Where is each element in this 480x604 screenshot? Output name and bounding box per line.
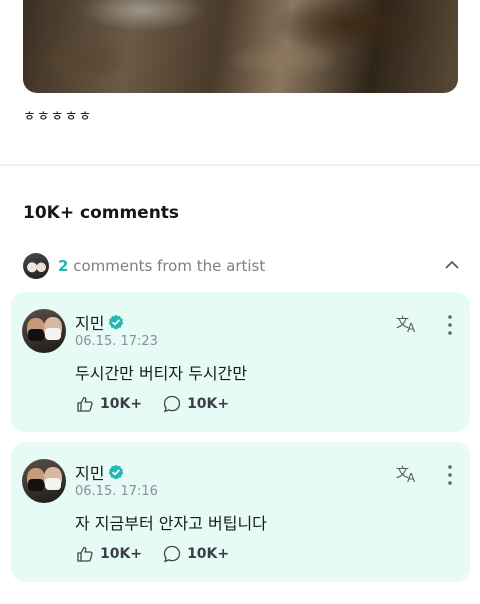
comment-author[interactable]: 지민 [75, 460, 104, 484]
like-count: 10K+ [100, 396, 143, 412]
comment-text: 두시간만 버티자 두시간만 [75, 364, 248, 383]
reply-button[interactable]: 10K+ [162, 544, 229, 564]
artist-comments-label: 2 comments from the artist [58, 257, 265, 275]
comment-author[interactable]: 지민 [75, 310, 104, 334]
like-icon [77, 396, 93, 412]
avatar[interactable] [22, 309, 66, 353]
section-divider [0, 164, 480, 166]
reply-count: 10K+ [187, 546, 230, 562]
chevron-up-icon[interactable] [445, 258, 459, 272]
verified-badge-icon [109, 464, 124, 480]
avatar[interactable] [22, 459, 66, 503]
comment-timestamp: 06.15. 17:23 [75, 334, 158, 349]
reply-bubble-icon [163, 545, 181, 563]
svg-text:A: A [407, 321, 416, 334]
artist-avatar [23, 253, 49, 279]
reply-count: 10K+ [187, 396, 230, 412]
like-count: 10K+ [100, 546, 143, 562]
post-image[interactable] [23, 0, 458, 93]
artist-comment-card: 지민 06.15. 17:23 두시간만 버티자 두시간만 文 A 10K+ 1… [11, 292, 470, 432]
reply-button[interactable]: 10K+ [162, 394, 229, 414]
translate-icon[interactable]: 文 A [396, 314, 420, 334]
translate-icon[interactable]: 文 A [396, 464, 420, 484]
comment-timestamp: 06.15. 17:16 [75, 484, 158, 499]
artist-comment-card: 지민 06.15. 17:16 자 지금부터 안자고 버팁니다 文 A 10K+… [11, 442, 470, 582]
more-vertical-icon[interactable] [444, 314, 456, 336]
artist-comments-count: 2 [58, 257, 69, 275]
post-caption: ㅎㅎㅎㅎㅎ [23, 109, 93, 125]
verified-badge-icon [109, 314, 124, 330]
artist-comments-toggle[interactable]: 2 comments from the artist [23, 252, 463, 280]
like-button[interactable]: 10K+ [75, 394, 142, 414]
artist-comments-text: comments from the artist [73, 257, 266, 275]
svg-text:A: A [407, 471, 416, 484]
comments-count-title: 10K+ comments [23, 203, 180, 223]
more-vertical-icon[interactable] [444, 464, 456, 486]
like-button[interactable]: 10K+ [75, 544, 142, 564]
comment-text: 자 지금부터 안자고 버팁니다 [75, 514, 267, 533]
like-icon [77, 546, 93, 562]
reply-bubble-icon [163, 395, 181, 413]
